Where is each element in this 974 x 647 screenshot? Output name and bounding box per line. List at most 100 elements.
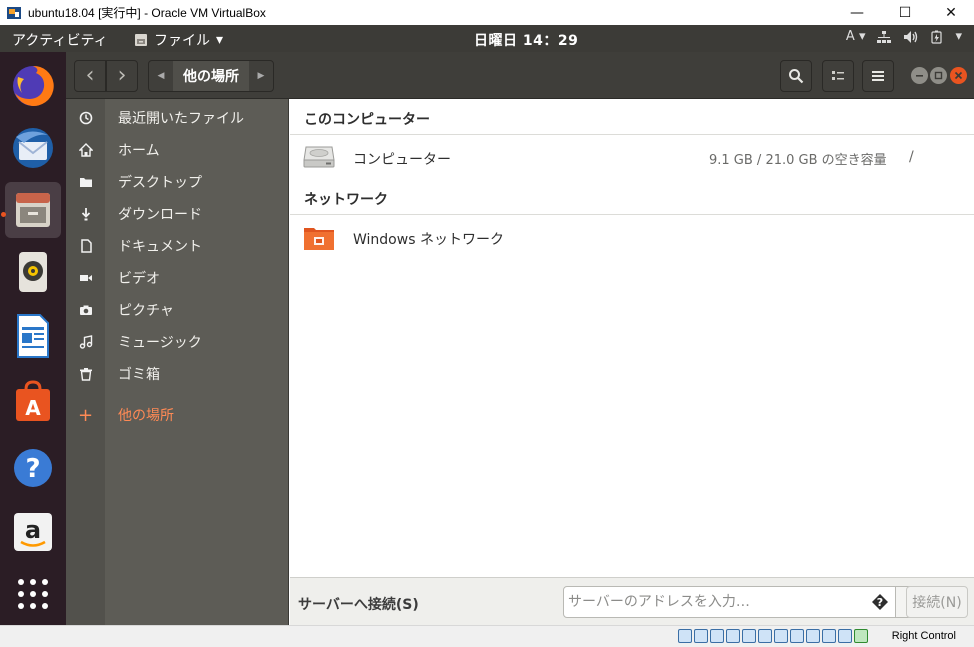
minimize-icon (916, 75, 923, 77)
sidebar-item-label: ピクチャ (118, 303, 174, 319)
free-space-text: 9.1 GB / 21.0 GB の空き容量 (709, 153, 887, 168)
ubuntu-dock: A ? a (0, 52, 66, 625)
sidebar-item-other-locations[interactable]: + 他の場所 (66, 399, 289, 431)
view-toggle-button[interactable] (822, 60, 854, 92)
sidebar-item-desktop[interactable]: デスクトップ (66, 166, 289, 198)
network-folder-icon (304, 228, 334, 250)
ubuntu-top-bar: アクティビティ ファイル ▾ 日曜日 14：29 A ▾ ▾ (0, 25, 974, 52)
app-menu-label: ファイル (154, 33, 210, 49)
firefox-icon (13, 65, 54, 106)
path-right-arrow-icon[interactable]: ▶ (249, 61, 273, 91)
sidebar-item-downloads[interactable]: ダウンロード (66, 198, 289, 230)
sidebar-item-music[interactable]: ミュージック (66, 326, 289, 358)
thunderbird-icon (13, 128, 53, 168)
shared-folders-status-icon[interactable] (758, 629, 772, 643)
vbox-window-title: ubuntu18.04 [実行中] - Oracle VM VirtualBox (28, 6, 266, 20)
sidebar-item-label: ゴミ箱 (118, 367, 160, 383)
vbox-close-button[interactable]: ✕ (928, 0, 974, 25)
amazon-icon: a (14, 513, 52, 551)
help-icon[interactable]: ? (871, 593, 889, 611)
svg-text:?: ? (25, 454, 40, 484)
connect-button[interactable]: 接続(N) (906, 586, 968, 618)
section-title-network: ネットワーク (304, 192, 388, 208)
section-title-this-computer: このコンピューター (304, 112, 430, 128)
forward-button[interactable]: › (106, 60, 138, 92)
input-method-label: A (845, 29, 855, 44)
dock-rhythmbox[interactable] (5, 244, 61, 300)
path-current-location[interactable]: 他の場所 (173, 61, 249, 91)
sidebar-item-label: ホーム (118, 143, 160, 159)
activities-button[interactable]: アクティビティ (12, 30, 108, 50)
audio-status-icon[interactable] (710, 629, 724, 643)
dock-thunderbird[interactable] (5, 120, 61, 176)
display-status-icon[interactable] (774, 629, 788, 643)
volume-icon[interactable] (903, 30, 919, 44)
trash-icon (79, 368, 92, 381)
keyboard-status-icon[interactable] (838, 629, 852, 643)
sidebar-item-videos[interactable]: ビデオ (66, 262, 289, 294)
cpu-status-icon[interactable] (806, 629, 820, 643)
vbox-maximize-button[interactable]: ☐ (882, 0, 928, 25)
help-icon: ? (14, 449, 52, 487)
nautilus-header-bar: ‹ › ◀ 他の場所 ▶ (66, 52, 974, 99)
sidebar-item-label: 最近開いたファイル (118, 111, 244, 127)
sidebar-item-label: ミュージック (118, 335, 202, 351)
dock-writer[interactable] (5, 308, 61, 364)
optical-drive-status-icon[interactable] (694, 629, 708, 643)
dock-amazon[interactable]: a (5, 504, 61, 560)
svg-text:A: A (25, 396, 41, 420)
list-view-icon (832, 71, 844, 80)
window-minimize-button[interactable] (911, 67, 928, 84)
search-icon (789, 69, 804, 84)
libreoffice-writer-icon (17, 314, 49, 358)
app-menu[interactable]: ファイル ▾ (134, 30, 223, 50)
other-locations-view: このコンピューター コンピューター 9.1 GB / 21.0 GB の空き容量… (290, 99, 974, 577)
dock-show-applications[interactable] (5, 566, 61, 622)
network-status-icon[interactable] (726, 629, 740, 643)
mouse-integration-status-icon[interactable] (822, 629, 836, 643)
dock-firefox[interactable] (5, 58, 61, 114)
connect-to-server-bar: サーバーへ接続(S) ? 接続(N) (290, 577, 974, 625)
host-key-label: Right Control (891, 630, 956, 642)
sidebar-item-home[interactable]: ホーム (66, 134, 289, 166)
chevron-down-icon[interactable]: ▾ (955, 29, 962, 44)
dock-files[interactable] (5, 182, 61, 238)
dock-help[interactable]: ? (5, 440, 61, 496)
back-button[interactable]: ‹ (74, 60, 106, 92)
recording-status-icon[interactable] (790, 629, 804, 643)
svg-text:a: a (25, 516, 41, 544)
clock-icon (79, 111, 92, 125)
sidebar-item-trash[interactable]: ゴミ箱 (66, 358, 289, 390)
hard-disk-status-icon[interactable] (678, 629, 692, 643)
usb-status-icon[interactable] (742, 629, 756, 643)
maximize-icon (934, 71, 943, 80)
vbox-minimize-button[interactable]: — (834, 0, 880, 25)
path-left-arrow-icon[interactable]: ◀ (149, 61, 173, 91)
folder-icon (79, 178, 92, 187)
clock[interactable]: 日曜日 14：29 (474, 30, 578, 50)
sidebar-item-pictures[interactable]: ピクチャ (66, 294, 289, 326)
host-key-status-icon[interactable] (854, 629, 868, 643)
hard-disk-icon (303, 146, 335, 168)
menu-button[interactable] (862, 60, 894, 92)
virtualbox-app-icon (7, 6, 21, 19)
input-method-indicator[interactable]: A ▾ (846, 29, 866, 44)
system-tray[interactable]: A ▾ ▾ (846, 29, 962, 44)
battery-icon[interactable] (931, 30, 943, 44)
sidebar-item-documents[interactable]: ドキュメント (66, 230, 289, 262)
dock-ubuntu-software[interactable]: A (5, 374, 61, 430)
window-maximize-button[interactable] (930, 67, 947, 84)
path-bar[interactable]: ◀ 他の場所 ▶ (148, 60, 274, 92)
network-icon[interactable] (877, 30, 892, 44)
show-applications-icon (18, 579, 48, 609)
server-address-input[interactable] (568, 592, 838, 612)
window-close-button[interactable] (950, 67, 967, 84)
document-icon (80, 239, 92, 253)
search-button[interactable] (780, 60, 812, 92)
ubuntu-software-icon: A (16, 380, 50, 421)
vbox-titlebar: ubuntu18.04 [実行中] - Oracle VM VirtualBox… (0, 0, 974, 25)
server-address-field[interactable]: ? (563, 586, 896, 618)
running-indicator (1, 212, 6, 217)
windows-network-row[interactable]: Windows ネットワーク (290, 215, 974, 259)
sidebar-item-recent[interactable]: 最近開いたファイル (66, 102, 289, 134)
